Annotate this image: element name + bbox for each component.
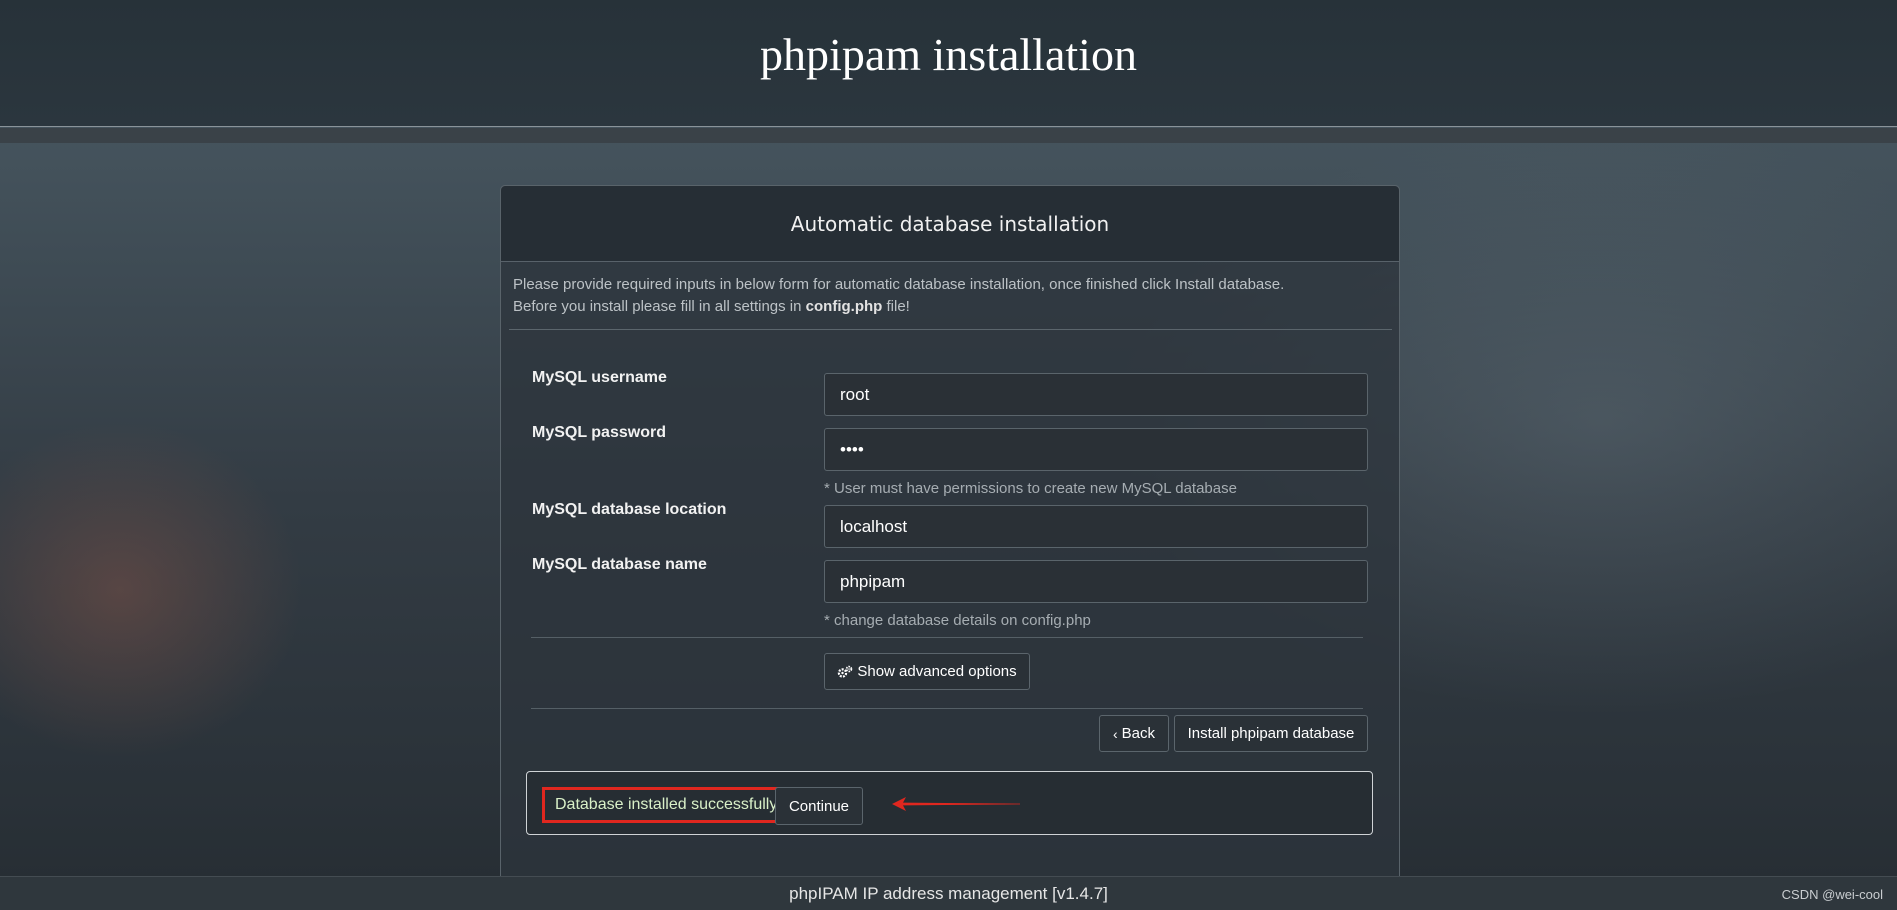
header-strip bbox=[0, 128, 1897, 143]
show-advanced-options-label: Show advanced options bbox=[857, 663, 1017, 680]
intro-line-1: Please provide required inputs in below … bbox=[513, 276, 1285, 293]
install-panel: Automatic database installation Please p… bbox=[500, 185, 1400, 880]
watermark: CSDN @wei-cool bbox=[1781, 887, 1883, 902]
form-divider-1 bbox=[531, 637, 1363, 638]
red-arrow-icon bbox=[892, 797, 1020, 811]
location-label: MySQL database location bbox=[532, 501, 727, 518]
footer-text: phpIPAM IP address management [v1.4.7] bbox=[789, 883, 1108, 903]
page-footer: phpIPAM IP address management [v1.4.7] bbox=[0, 876, 1897, 910]
intro-text: Please provide required inputs in below … bbox=[513, 274, 1284, 318]
panel-title: Automatic database installation bbox=[790, 211, 1110, 236]
success-message: Database installed successfully! bbox=[542, 787, 790, 823]
config-file-name: config.php bbox=[805, 298, 883, 315]
intro-line-2-prefix: Before you install please fill in all se… bbox=[513, 298, 806, 315]
back-button-label: Back bbox=[1121, 725, 1156, 742]
back-button[interactable]: ‹ Back bbox=[1099, 715, 1169, 752]
location-input[interactable] bbox=[824, 505, 1368, 548]
username-input[interactable] bbox=[824, 373, 1368, 416]
continue-button-label: Continue bbox=[788, 797, 850, 815]
show-advanced-options-button[interactable]: Show advanced options bbox=[824, 653, 1030, 690]
password-label: MySQL password bbox=[532, 424, 666, 441]
install-database-button[interactable]: Install phpipam database bbox=[1174, 715, 1368, 752]
dbname-input[interactable] bbox=[824, 560, 1368, 603]
intro-divider bbox=[509, 329, 1392, 330]
continue-button[interactable]: Continue bbox=[775, 787, 863, 825]
dbname-help-text: * change database details on config.php bbox=[824, 612, 1091, 629]
page-header: phpipam installation bbox=[0, 0, 1897, 127]
password-help-text: * User must have permissions to create n… bbox=[824, 480, 1237, 497]
page-title: phpipam installation bbox=[760, 29, 1137, 80]
install-database-label: Install phpipam database bbox=[1187, 725, 1355, 742]
chevron-left-icon: ‹ bbox=[1112, 725, 1118, 742]
success-alert: Database installed successfully! Continu… bbox=[526, 771, 1373, 835]
form-divider-2 bbox=[531, 708, 1363, 709]
gears-icon bbox=[838, 665, 853, 678]
dbname-label: MySQL database name bbox=[532, 556, 707, 573]
panel-heading: Automatic database installation bbox=[501, 186, 1399, 262]
intro-line-2: Before you install please fill in all se… bbox=[513, 296, 1284, 318]
password-input[interactable] bbox=[824, 428, 1368, 471]
intro-line-2-suffix: file! bbox=[882, 298, 910, 315]
username-label: MySQL username bbox=[532, 369, 667, 386]
